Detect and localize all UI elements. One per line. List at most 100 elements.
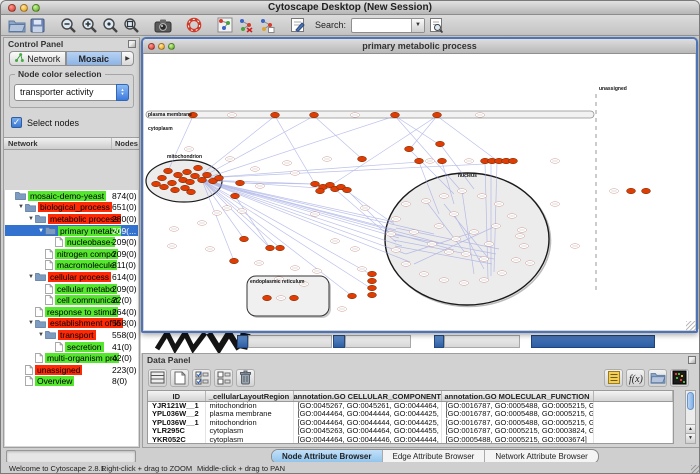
select-all-attributes-icon[interactable] bbox=[192, 369, 211, 387]
dropdown-stepper-icon[interactable]: ▲▼ bbox=[116, 84, 129, 101]
table-row[interactable]: YPL036W__2plasma membrane[GO:0044464, GO… bbox=[148, 410, 673, 418]
network-node[interactable] bbox=[230, 258, 239, 263]
network-node[interactable] bbox=[311, 181, 320, 186]
zoom-fit-icon[interactable] bbox=[101, 16, 120, 35]
network-node[interactable] bbox=[391, 112, 400, 117]
show-all-icon[interactable] bbox=[257, 16, 276, 35]
network-node[interactable] bbox=[368, 271, 377, 276]
network-node[interactable] bbox=[433, 112, 442, 117]
expand-arrow-icon[interactable]: ▼ bbox=[37, 228, 45, 234]
network-canvas[interactable]: plasma membranecytoplasmmitochondrionnuc… bbox=[144, 54, 695, 330]
network-tree-row[interactable]: response to stimul264(0) bbox=[5, 306, 138, 318]
network-tree-row[interactable]: macromolecule311(0) bbox=[5, 260, 138, 272]
network-node[interactable] bbox=[215, 175, 224, 180]
network-node[interactable] bbox=[187, 189, 196, 194]
tab-overflow-arrow[interactable]: ▶ bbox=[122, 51, 134, 66]
network-node[interactable] bbox=[276, 245, 285, 250]
network-node[interactable] bbox=[627, 188, 636, 193]
network-node[interactable] bbox=[198, 177, 207, 182]
background-window-fragment[interactable] bbox=[444, 335, 520, 348]
network-tree-row[interactable]: Overview8(0) bbox=[5, 376, 138, 388]
network-node[interactable] bbox=[438, 158, 447, 163]
network-tree-row[interactable]: unassigned223(0) bbox=[5, 364, 138, 376]
network-node[interactable] bbox=[236, 180, 245, 185]
expand-arrow-icon[interactable]: ▼ bbox=[37, 332, 45, 338]
network-node[interactable] bbox=[642, 188, 651, 193]
window-resize-grip[interactable] bbox=[686, 321, 696, 331]
background-window-fragment[interactable] bbox=[531, 335, 655, 348]
network-node[interactable] bbox=[263, 295, 272, 300]
network-tree-row[interactable]: ▼cellular process614(0) bbox=[5, 271, 138, 283]
network-node[interactable] bbox=[368, 292, 377, 297]
background-window-fragment[interactable] bbox=[333, 335, 345, 348]
network-tree-row[interactable]: nitrogen compo209(0) bbox=[5, 248, 138, 260]
network-node[interactable] bbox=[271, 112, 280, 117]
network-tree-row[interactable]: ▼primary metabo209(... bbox=[5, 225, 138, 237]
app-resize-grip[interactable] bbox=[691, 465, 700, 474]
function-builder-icon[interactable]: f(x) bbox=[626, 369, 645, 387]
network-graph[interactable]: plasma membranecytoplasmmitochondrionnuc… bbox=[144, 54, 695, 330]
select-attributes-icon[interactable] bbox=[148, 369, 167, 387]
float-panel-icon[interactable] bbox=[128, 40, 136, 48]
open-folder-icon[interactable] bbox=[7, 16, 26, 35]
network-node[interactable] bbox=[405, 146, 414, 151]
network-node[interactable] bbox=[240, 236, 249, 241]
network-tree[interactable]: mosaic-demo-yeast874(0)▼biological_proce… bbox=[5, 190, 138, 446]
table-column-header[interactable]: ID bbox=[148, 391, 205, 402]
matrix-icon[interactable] bbox=[670, 369, 689, 387]
table-row[interactable]: YJR121W__1mitochondrion[GO:0045267, GO:0… bbox=[148, 402, 673, 411]
network-node[interactable] bbox=[203, 172, 212, 177]
table-column-header[interactable]: annotation.GO CELLULAR_COMPONENT bbox=[293, 391, 441, 402]
network-node[interactable] bbox=[186, 179, 195, 184]
network-node[interactable] bbox=[266, 245, 275, 250]
network-node[interactable] bbox=[368, 285, 377, 290]
background-window-fragment[interactable] bbox=[345, 335, 411, 348]
network-node[interactable] bbox=[509, 158, 518, 163]
network-node[interactable] bbox=[358, 156, 367, 161]
table-column-header[interactable] bbox=[593, 391, 673, 402]
network-node[interactable] bbox=[415, 158, 424, 163]
network-node[interactable] bbox=[158, 175, 167, 180]
tab-mosaic[interactable]: Mosaic bbox=[66, 51, 123, 66]
network-tree-row[interactable]: ▼metabolic process280(0) bbox=[5, 213, 138, 225]
network-tree-row[interactable]: multi-organism pro42(0) bbox=[5, 352, 138, 364]
network-tree-row[interactable]: secretion41(0) bbox=[5, 341, 138, 353]
scroll-down-icon[interactable]: ▼ bbox=[686, 433, 695, 443]
expand-arrow-icon[interactable]: ▼ bbox=[27, 274, 35, 280]
network-node[interactable] bbox=[436, 141, 445, 146]
zoom-selected-icon[interactable] bbox=[122, 16, 141, 35]
zoom-in-icon[interactable] bbox=[80, 16, 99, 35]
attribute-list-icon[interactable] bbox=[604, 369, 623, 387]
new-attribute-icon[interactable] bbox=[170, 369, 189, 387]
annotation-icon[interactable] bbox=[288, 16, 307, 35]
unselect-all-attributes-icon[interactable] bbox=[214, 369, 233, 387]
network-node[interactable] bbox=[191, 173, 200, 178]
float-panel-icon[interactable] bbox=[688, 356, 696, 364]
import-attributes-icon[interactable] bbox=[648, 369, 667, 387]
network-node[interactable] bbox=[152, 181, 161, 186]
zoom-out-icon[interactable] bbox=[59, 16, 78, 35]
network-node[interactable] bbox=[171, 187, 180, 192]
network-node[interactable] bbox=[316, 188, 325, 193]
network-window-titlebar[interactable]: primary metabolic process bbox=[143, 39, 696, 54]
node-color-dropdown[interactable]: transporter activity ▲▼ bbox=[14, 84, 129, 101]
snapshot-camera-icon[interactable] bbox=[153, 16, 172, 35]
expand-arrow-icon[interactable]: ▼ bbox=[27, 320, 35, 326]
app-titlebar[interactable]: Cytoscape Desktop (New Session) bbox=[1, 1, 699, 15]
network-node[interactable] bbox=[310, 112, 319, 117]
network-node[interactable] bbox=[160, 184, 169, 189]
background-window-fragment[interactable] bbox=[434, 335, 444, 348]
network-node[interactable] bbox=[290, 295, 299, 300]
search-input[interactable]: ▼ bbox=[351, 18, 425, 33]
hide-selected-icon[interactable] bbox=[236, 16, 255, 35]
network-node[interactable] bbox=[194, 165, 203, 170]
network-tree-row[interactable]: nucleobase-209(0) bbox=[5, 236, 138, 248]
network-tree-row[interactable]: cell communicat22(0) bbox=[5, 294, 138, 306]
table-row[interactable]: YKR052Ccytoplasm[GO:0044464, GO:0044446,… bbox=[148, 436, 673, 444]
advanced-search-icon[interactable] bbox=[427, 16, 446, 35]
table-row[interactable]: YPL036W__1mitochondrion[GO:0044464, GO:0… bbox=[148, 419, 673, 427]
table-scrollbar[interactable]: ▲ ▼ bbox=[685, 390, 696, 444]
network-node[interactable] bbox=[183, 169, 192, 174]
select-nodes-checkbox[interactable]: ✓ bbox=[11, 117, 22, 128]
network-tree-row[interactable]: cellular metabo209(0) bbox=[5, 283, 138, 295]
